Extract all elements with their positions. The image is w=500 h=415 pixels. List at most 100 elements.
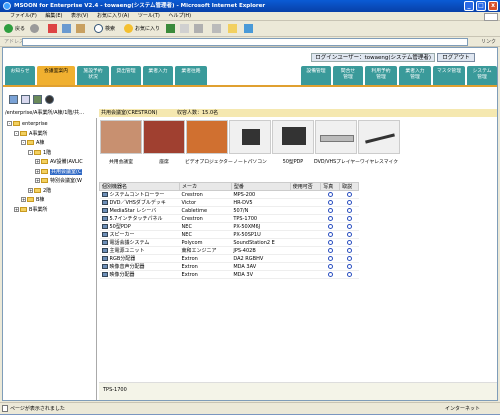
address-input[interactable] xyxy=(22,38,468,46)
magnifier-icon[interactable]: ○ xyxy=(327,239,333,245)
tab-room-guide[interactable]: 会議室案内 xyxy=(37,66,75,85)
history-button[interactable] xyxy=(166,24,175,34)
tab-lending[interactable]: 貸出管理 xyxy=(111,66,141,85)
equipment-card[interactable]: ワイヤレスマイク xyxy=(357,120,401,172)
magnifier-icon[interactable]: ○ xyxy=(346,239,352,245)
minimize-button[interactable]: _ xyxy=(464,1,474,11)
manual-link[interactable]: ○ xyxy=(339,246,359,255)
equipment-card[interactable]: ノートパソコン xyxy=(228,120,272,172)
manual-link[interactable]: ○ xyxy=(339,198,359,207)
folder-button[interactable] xyxy=(228,24,237,34)
photo-link[interactable]: ○ xyxy=(320,198,340,207)
magnifier-icon[interactable]: ○ xyxy=(327,255,333,261)
tree-node[interactable]: + AV設備(AVLIC xyxy=(35,158,83,166)
expand-icon[interactable]: + xyxy=(35,168,40,174)
magnifier-icon[interactable]: ○ xyxy=(346,255,352,261)
magnifier-icon[interactable]: ○ xyxy=(346,199,352,205)
back-button[interactable]: 戻る xyxy=(4,24,25,34)
tab-master-mgmt[interactable]: マスタ管理 xyxy=(433,66,465,85)
tree-node[interactable]: + 特別会議室(W xyxy=(35,177,82,185)
refresh-tree-icon[interactable] xyxy=(45,95,54,104)
maximize-button[interactable]: □ xyxy=(476,1,486,11)
magnifier-icon[interactable]: ○ xyxy=(346,215,352,221)
favorites-button[interactable]: お気に入り xyxy=(124,24,160,34)
filter-icon[interactable] xyxy=(33,95,42,104)
tree-node[interactable]: + B棟 xyxy=(21,196,44,204)
expand-icon[interactable]: + xyxy=(14,206,19,212)
table-row[interactable]: 主電源ユニット 東和エンジニアJPS-402B ○ ○ xyxy=(99,246,359,255)
manual-link[interactable]: ○ xyxy=(339,190,359,199)
table-row[interactable]: 映像音声分配器 ExtronMDA 3AV ○ ○ xyxy=(99,262,359,271)
magnifier-icon[interactable]: ○ xyxy=(327,199,333,205)
close-button[interactable]: x xyxy=(488,1,498,11)
photo-link[interactable]: ○ xyxy=(320,190,340,199)
photo-link[interactable]: ○ xyxy=(320,214,340,223)
messenger-button[interactable] xyxy=(244,24,253,34)
equipment-card[interactable]: 座席 xyxy=(142,120,186,172)
magnifier-icon[interactable]: ○ xyxy=(346,207,352,213)
table-row[interactable]: 電話会議システム PolycomSoundStation2 E ○ ○ xyxy=(99,238,359,247)
tree-node[interactable]: - enterprise xyxy=(7,120,48,128)
magnifier-icon[interactable]: ○ xyxy=(346,191,352,197)
logout-button[interactable]: ログアウト xyxy=(437,53,475,62)
manual-link[interactable]: ○ xyxy=(339,206,359,215)
table-row[interactable]: 50型PDP NECPX-50XM6J ○ ○ xyxy=(99,222,359,231)
magnifier-icon[interactable]: ○ xyxy=(327,207,333,213)
table-row[interactable]: 5.7インチタッチパネル CrestronTPS-1700 ○ ○ xyxy=(99,214,359,223)
manual-link[interactable]: ○ xyxy=(339,270,359,279)
table-row[interactable]: システムコントローラー CrestronMPS-200 ○ ○ xyxy=(99,190,359,199)
tree-node[interactable]: - A棟 xyxy=(21,139,44,147)
tab-booking-mgmt[interactable]: 利用予約 管理 xyxy=(365,66,397,85)
collapse-icon[interactable]: - xyxy=(14,130,19,136)
tab-notice[interactable]: お知らせ xyxy=(5,66,35,85)
tree-node[interactable]: - A事業所 xyxy=(14,130,47,138)
photo-link[interactable]: ○ xyxy=(320,270,340,279)
stop-button[interactable] xyxy=(48,24,57,34)
photo-link[interactable]: ○ xyxy=(320,254,340,263)
menu-view[interactable]: 表示(V) xyxy=(71,13,88,19)
menu-tools[interactable]: ツール(T) xyxy=(138,13,160,19)
expand-icon[interactable]: + xyxy=(35,178,40,183)
table-row[interactable]: スピーカー NECPX-50SP1U ○ ○ xyxy=(99,230,359,239)
home-button[interactable] xyxy=(76,24,85,34)
refresh-button[interactable] xyxy=(62,24,71,34)
menu-file[interactable]: ファイル(F) xyxy=(10,13,37,19)
equipment-card[interactable]: 50型PDP xyxy=(271,120,315,172)
photo-link[interactable]: ○ xyxy=(320,238,340,247)
menu-edit[interactable]: 編集(E) xyxy=(45,13,62,19)
equipment-card[interactable]: DVD/VHSプレイヤー xyxy=(314,120,360,172)
collapse-icon[interactable]: - xyxy=(21,140,26,145)
tab-vendor-input[interactable]: 業者入力 xyxy=(143,66,173,85)
magnifier-icon[interactable]: ○ xyxy=(346,263,352,269)
collapse-icon[interactable]: - xyxy=(28,149,33,155)
links-button[interactable]: リンク xyxy=(481,37,496,47)
magnifier-icon[interactable]: ○ xyxy=(327,215,333,221)
magnifier-icon[interactable]: ○ xyxy=(346,271,352,277)
tree-view-icon[interactable] xyxy=(9,95,18,104)
photo-link[interactable]: ○ xyxy=(320,206,340,215)
edit-button[interactable] xyxy=(212,24,221,34)
equipment-card[interactable]: 共用会議室 xyxy=(99,120,143,172)
manual-link[interactable]: ○ xyxy=(339,222,359,231)
magnifier-icon[interactable]: ○ xyxy=(327,271,333,277)
manual-link[interactable]: ○ xyxy=(339,262,359,271)
list-view-icon[interactable] xyxy=(21,95,30,104)
search-button[interactable]: 検索 xyxy=(94,24,115,34)
table-row[interactable]: MediaStar レシーバ Cabletime507/N ○ ○ xyxy=(99,206,359,215)
table-row[interactable]: RGB分配器 ExtronDA2 RGBHV ○ ○ xyxy=(99,254,359,263)
manual-link[interactable]: ○ xyxy=(339,238,359,247)
menu-favorites[interactable]: お気に入り(A) xyxy=(97,13,129,19)
magnifier-icon[interactable]: ○ xyxy=(346,223,352,229)
equipment-card[interactable]: ビデオプロジェクター xyxy=(185,120,233,172)
tab-inquiry-mgmt[interactable]: 間合せ 管理 xyxy=(333,66,363,85)
manual-link[interactable]: ○ xyxy=(339,214,359,223)
magnifier-icon[interactable]: ○ xyxy=(327,263,333,269)
photo-link[interactable]: ○ xyxy=(320,230,340,239)
tree-node[interactable]: - 1階 xyxy=(28,149,51,157)
forward-button[interactable] xyxy=(30,24,41,34)
manual-link[interactable]: ○ xyxy=(339,230,359,239)
tree-node[interactable]: + 共用会議室(C xyxy=(35,168,83,176)
expand-icon[interactable]: + xyxy=(35,159,40,164)
tab-system-mgmt[interactable]: システム 管理 xyxy=(467,66,497,85)
table-row[interactable]: 映像分配器 ExtronMDA 3V ○ ○ xyxy=(99,270,359,279)
